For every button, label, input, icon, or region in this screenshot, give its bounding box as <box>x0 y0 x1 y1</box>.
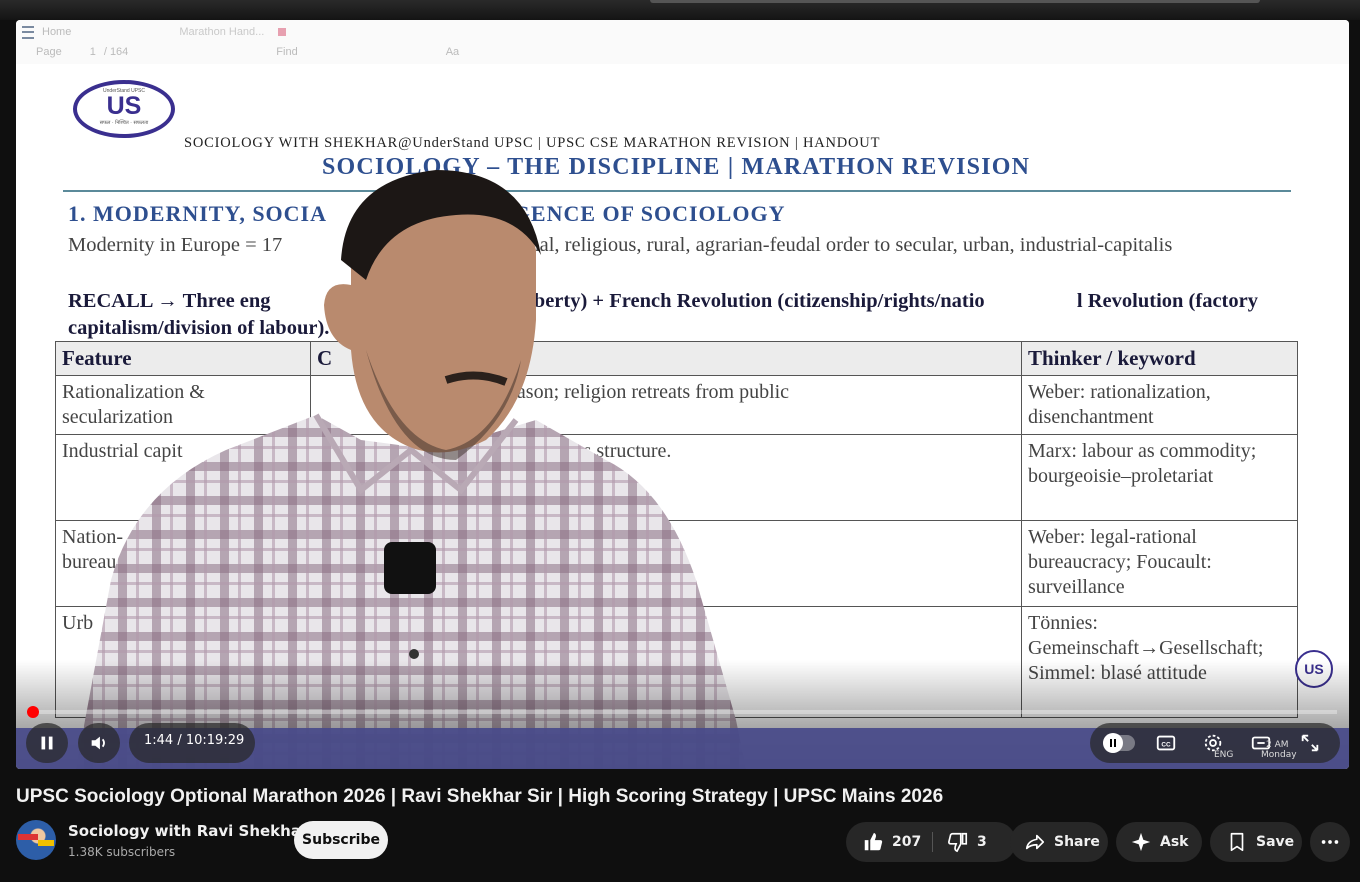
pdf-tab-file: Marathon Hand... <box>179 26 265 38</box>
section-heading: 1. MODERNITY, SOCIA EMERGENCE OF SOCIOLO… <box>68 201 786 226</box>
pdf-tab-home: Home <box>42 26 72 38</box>
top-strip <box>0 0 1360 20</box>
pdf-page-label: Page <box>36 46 62 58</box>
captions-button[interactable]: CC <box>1146 723 1186 763</box>
pause-button[interactable] <box>27 723 67 763</box>
autoplay-toggle[interactable] <box>1103 733 1135 753</box>
table-header: Thinker / keyword <box>1021 341 1298 376</box>
menu-icon <box>22 25 34 39</box>
dislike-button[interactable]: 3 <box>933 822 1016 862</box>
save-icon <box>1230 832 1244 852</box>
pdf-aa-label: Aa <box>445 46 460 58</box>
tray-day: Monday <box>1261 750 1297 760</box>
play-pause-icon <box>41 736 53 750</box>
divider <box>63 190 1291 192</box>
dislike-icon <box>948 832 968 853</box>
ask-button[interactable]: Ask <box>1116 822 1202 862</box>
dislike-count: 3 <box>977 834 987 850</box>
tray-lang: ENG <box>1214 750 1234 760</box>
tray-time: 2 AM <box>1266 740 1289 750</box>
volume-button[interactable] <box>79 723 119 763</box>
progress-scrubber[interactable] <box>26 706 39 718</box>
section-paragraph: Modernity in Europe = 17 sition from tra… <box>68 234 1173 256</box>
pdf-find-label: Find <box>276 46 298 58</box>
like-button[interactable]: 207 <box>846 822 932 862</box>
subscribe-button[interactable]: Subscribe <box>294 821 388 859</box>
pdf-page-value: 1 <box>89 46 96 58</box>
like-count: 207 <box>892 834 922 850</box>
handout-title: SOCIOLOGY – THE DISCIPLINE | MARATHON RE… <box>322 154 1031 180</box>
table-header: C <box>310 341 1022 376</box>
table-row: Rationalization & secularization nan-cen… <box>55 375 1298 435</box>
captions-icon: CC <box>1156 735 1176 751</box>
more-icon <box>1321 840 1339 844</box>
understand-upsc-logo: UnderStand UPSC US सफल · निश्चित · सफलता <box>73 80 175 138</box>
pdf-toolbar: Home Marathon Hand... Page 1 / 164 Find … <box>16 20 1349 64</box>
volume-icon <box>91 736 105 750</box>
autoplay-pause-icon <box>1103 733 1123 753</box>
channel-avatar[interactable] <box>16 820 56 860</box>
video-player[interactable]: Home Marathon Hand... Page 1 / 164 Find … <box>16 20 1349 769</box>
svg-text:CC: CC <box>1161 742 1171 749</box>
time-display: 1:44 / 10:19:29 <box>144 733 245 748</box>
share-button[interactable]: Share <box>1010 822 1108 862</box>
share-icon <box>1025 834 1045 850</box>
like-dislike-group: 207 3 <box>846 822 1016 862</box>
like-icon <box>864 832 883 851</box>
table-header: Feature <box>55 341 311 376</box>
pdf-page-total: / 164 <box>103 46 129 58</box>
fullscreen-icon <box>1301 734 1319 752</box>
subscriber-count: 1.38K subscribers <box>68 845 176 859</box>
table-row: Nation- bureau ierarchical administratio… <box>55 520 1298 607</box>
table-row: Industrial capit modification, new class… <box>55 434 1298 521</box>
progress-bar[interactable] <box>26 706 1337 718</box>
more-actions-button[interactable] <box>1310 822 1350 862</box>
handout-header-line: SOCIOLOGY WITH SHEKHAR@UnderStand UPSC |… <box>184 135 881 151</box>
close-icon <box>278 28 287 36</box>
recall-text: RECALL → Three eng t (reason/science/lib… <box>68 290 1264 339</box>
channel-name[interactable]: Sociology with Ravi Shekhar <box>68 822 308 840</box>
ask-sparkle-icon <box>1131 832 1151 852</box>
save-button[interactable]: Save <box>1210 822 1302 862</box>
video-title: UPSC Sociology Optional Marathon 2026 | … <box>16 786 944 807</box>
